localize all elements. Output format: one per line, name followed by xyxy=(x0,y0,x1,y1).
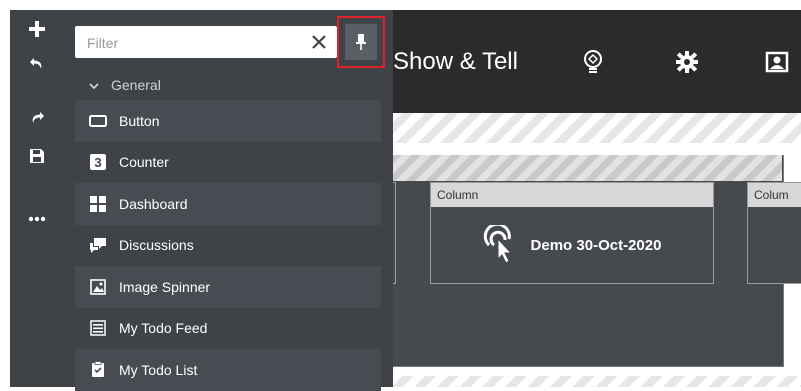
widget-item-my-todo-list[interactable]: My Todo List xyxy=(75,349,381,391)
widget-item-label: Dashboard xyxy=(119,195,188,212)
more-dots-icon xyxy=(28,216,45,222)
save-icon xyxy=(29,149,44,163)
lightbulb-icon[interactable] xyxy=(582,50,604,81)
clear-filter-button[interactable] xyxy=(309,32,329,52)
column-label: Column xyxy=(431,183,713,207)
redo-icon xyxy=(32,112,44,123)
chevron-down-icon xyxy=(89,77,99,93)
app-title: Show & Tell xyxy=(393,48,518,75)
widget-item-image-spinner[interactable]: Image Spinner xyxy=(75,266,381,308)
filter-box xyxy=(75,26,337,60)
svg-text:3: 3 xyxy=(94,155,101,170)
widget-item-my-todo-feed[interactable]: My Todo Feed xyxy=(75,308,381,350)
column-label: Colum xyxy=(748,183,801,207)
column-right[interactable]: Colum xyxy=(747,182,801,284)
close-icon xyxy=(312,35,326,49)
image-icon xyxy=(89,278,107,296)
group-label: General xyxy=(111,77,161,93)
left-toolbar xyxy=(10,10,63,387)
widget-item-button[interactable]: Button xyxy=(75,100,381,142)
widget-item-label: My Todo List xyxy=(119,361,198,378)
discussions-icon xyxy=(89,236,107,254)
undo-icon xyxy=(29,58,41,69)
widget-item-counter[interactable]: 3 Counter xyxy=(75,142,381,184)
demo-label: Demo 30-Oct-2020 xyxy=(530,236,662,254)
counter-icon: 3 xyxy=(89,153,107,171)
gear-icon[interactable] xyxy=(675,50,699,79)
more-button[interactable] xyxy=(10,202,63,236)
clipboard-icon xyxy=(89,361,107,379)
save-button[interactable] xyxy=(10,139,63,173)
widget-list: Button 3 Counter Dashboard Discussions I… xyxy=(75,100,381,391)
widget-item-dashboard[interactable]: Dashboard xyxy=(75,183,381,225)
widget-item-label: Counter xyxy=(119,154,169,171)
account-icon[interactable] xyxy=(765,50,789,79)
feed-icon xyxy=(89,319,107,337)
column-content[interactable]: Demo 30-Oct-2020 xyxy=(431,207,713,283)
column-demo[interactable]: Column Demo 30-Oct-2020 xyxy=(430,182,714,284)
undo-button[interactable] xyxy=(10,47,63,81)
row-header[interactable] xyxy=(372,155,782,181)
widget-item-discussions[interactable]: Discussions xyxy=(75,225,381,267)
widget-item-label: Image Spinner xyxy=(119,278,211,295)
widget-item-label: Discussions xyxy=(119,237,194,254)
button-icon xyxy=(89,112,107,130)
click-icon xyxy=(483,225,512,264)
widget-item-label: Button xyxy=(119,112,160,129)
pin-icon xyxy=(356,34,366,50)
add-button[interactable] xyxy=(10,12,63,46)
plus-icon xyxy=(28,21,45,37)
pin-button[interactable] xyxy=(345,24,377,60)
dashboard-icon xyxy=(89,195,107,213)
redo-button[interactable] xyxy=(10,101,63,135)
group-general[interactable]: General xyxy=(75,72,365,98)
filter-input[interactable] xyxy=(85,26,309,60)
pin-panel-highlight xyxy=(337,16,385,68)
widget-item-label: My Todo Feed xyxy=(119,320,208,337)
